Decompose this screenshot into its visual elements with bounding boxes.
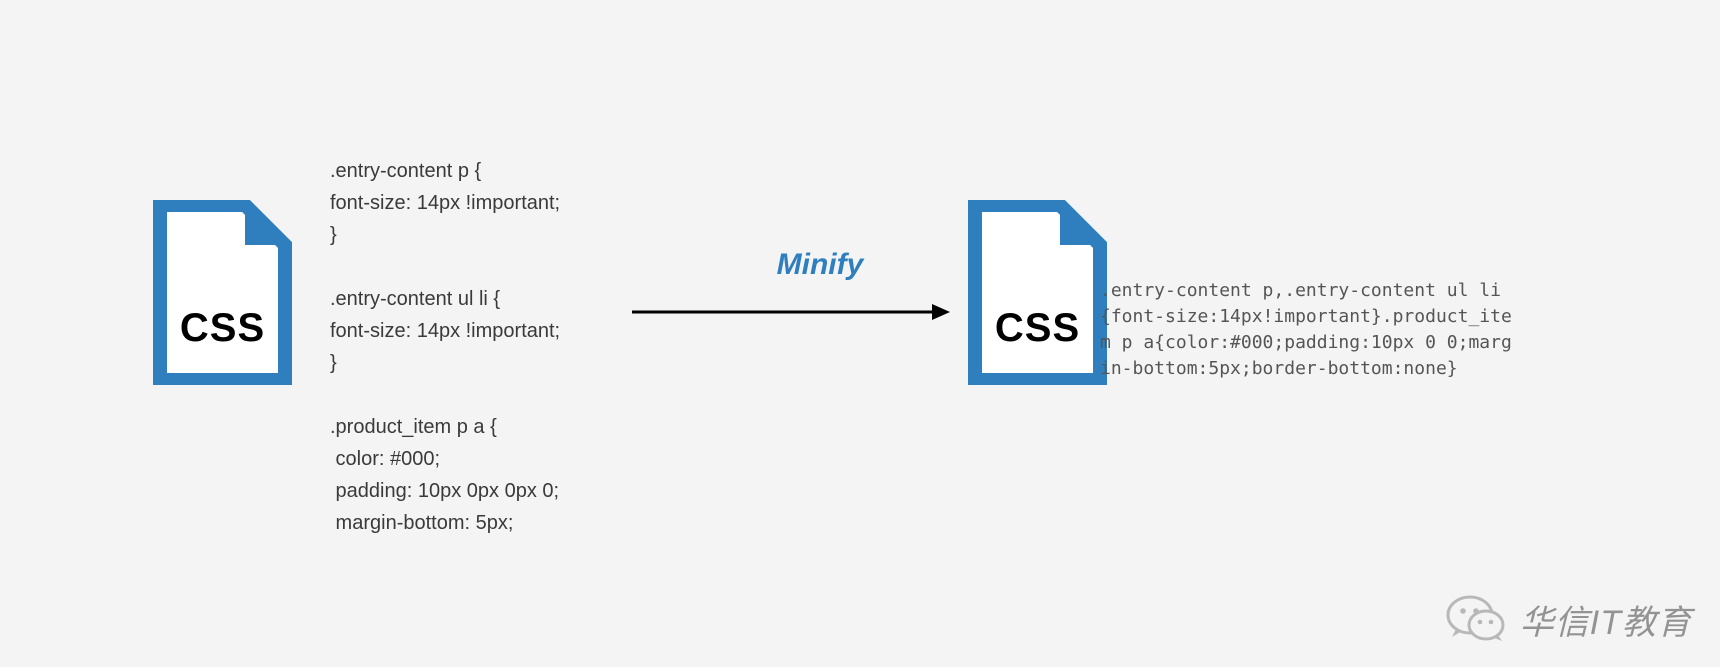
diagram-stage: CSS .entry-content p { font-size: 14px !… (0, 0, 1720, 667)
watermark-text: 华信IT教育 (1520, 595, 1692, 644)
code-before: .entry-content p { font-size: 14px !impo… (330, 155, 560, 539)
arrow-icon (632, 300, 952, 324)
wechat-icon (1446, 589, 1506, 649)
css-file-icon-left: CSS (150, 200, 295, 385)
css-file-label-right: CSS (965, 306, 1110, 351)
minify-label: Minify (680, 248, 960, 282)
css-file-label-left: CSS (150, 306, 295, 351)
css-file-icon-right: CSS (965, 200, 1110, 385)
code-after: .entry-content p,.entry-content ul li {f… (1100, 278, 1520, 382)
watermark: 华信IT教育 (1446, 589, 1692, 649)
